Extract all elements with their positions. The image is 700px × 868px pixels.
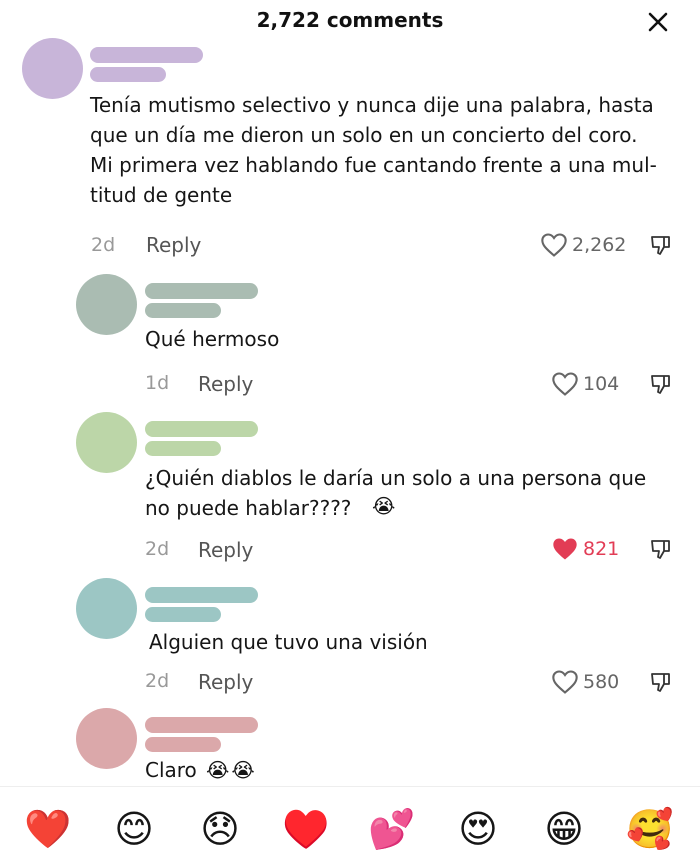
quick-reactions-bar: ❤️ 😊 😞 ♥️ 💕 😍 😁 🥰: [0, 786, 700, 868]
smiling-face-with-hearts-emoji[interactable]: 🥰: [626, 805, 674, 853]
username-placeholder[interactable]: [145, 717, 258, 733]
two-hearts-emoji[interactable]: 💕: [368, 805, 416, 853]
avatar[interactable]: [76, 708, 137, 769]
heart-eyes-emoji[interactable]: 😍: [454, 805, 502, 853]
red-heart-emoji[interactable]: ❤️: [24, 805, 72, 853]
grinning-face-emoji[interactable]: 😁: [540, 805, 588, 853]
smiling-face-emoji[interactable]: 😊: [110, 805, 158, 853]
handle-placeholder: [145, 737, 221, 752]
comment-reply-item: Claro 😭😭: [0, 0, 700, 786]
loudly-crying-emoji: 😭😭: [206, 758, 257, 782]
comment-text: Claro: [145, 758, 197, 782]
heart-suit-emoji[interactable]: ♥️: [282, 805, 330, 853]
disappointed-face-emoji[interactable]: 😞: [196, 805, 244, 853]
